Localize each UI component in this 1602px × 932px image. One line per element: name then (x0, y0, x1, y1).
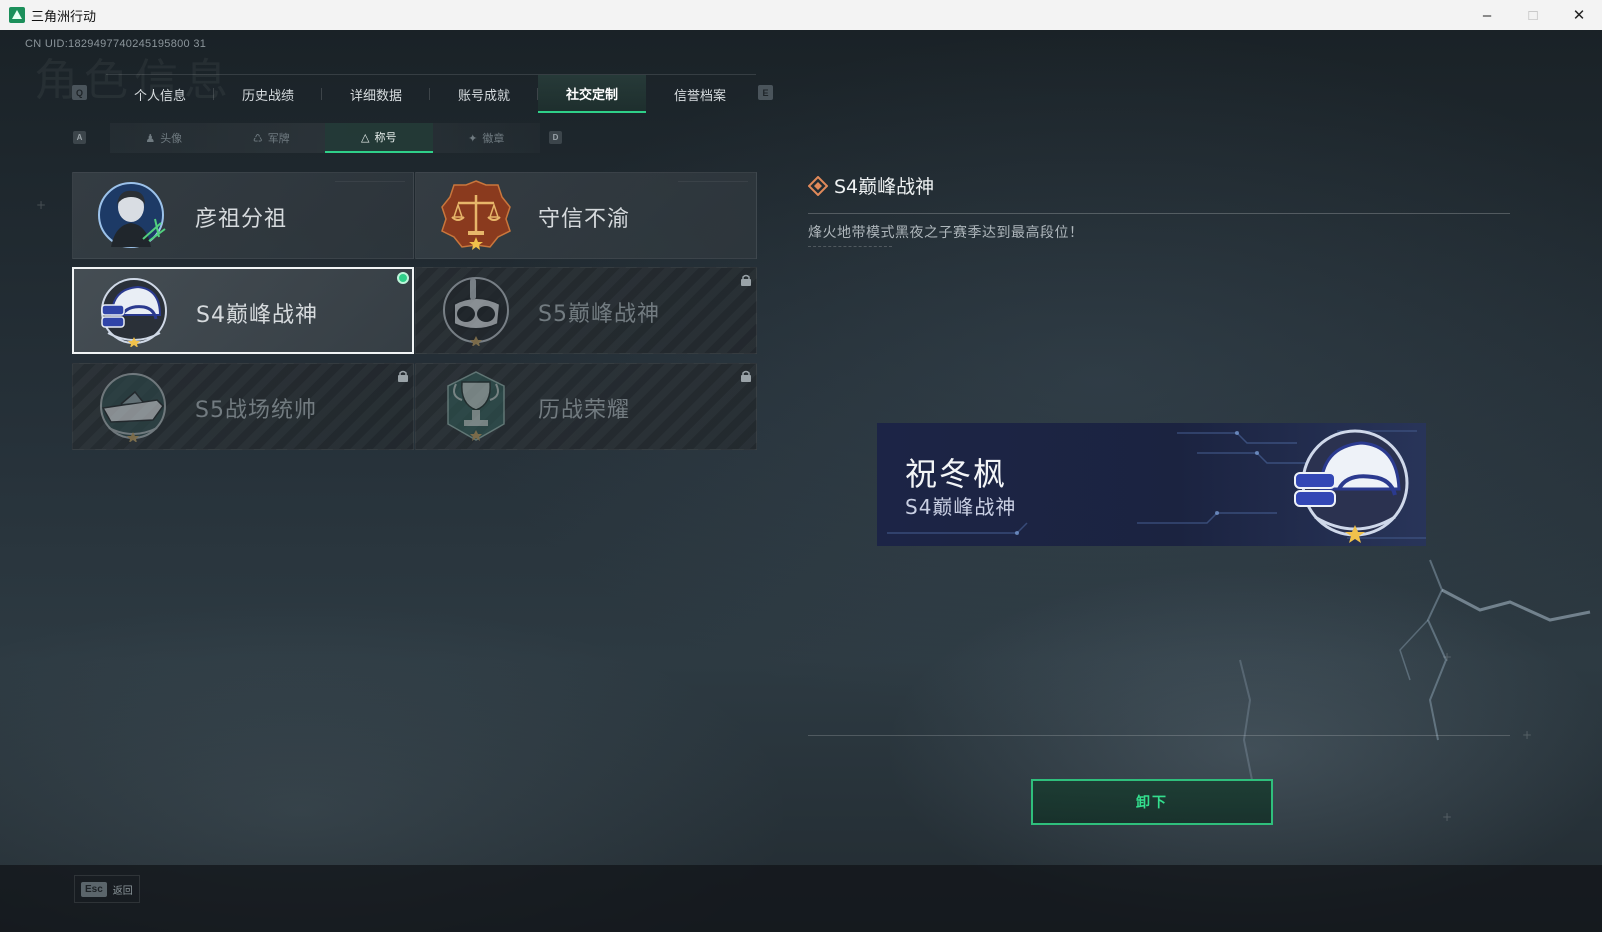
title-card[interactable]: 守信不渝 (415, 172, 757, 259)
detail-title: S4巅峰战神 (808, 172, 934, 199)
title-name: S5战场统帅 (195, 398, 317, 423)
maximize-button[interactable]: □ (1510, 0, 1556, 30)
title-card-locked[interactable]: S5巅峰战神 (415, 267, 757, 354)
subtab-emblem[interactable]: ✦ 徽章 (433, 123, 541, 153)
equipped-indicator-icon (397, 272, 409, 284)
window-title: 三角洲行动 (31, 8, 97, 24)
sub-tab-bar: ♟ 头像 ♺ 军牌 △ 称号 ✦ 徽章 (110, 123, 540, 153)
night-vision-helmet-badge-icon (1294, 429, 1409, 543)
title-name: S4巅峰战神 (196, 303, 318, 328)
portrait-badge-icon (98, 182, 166, 248)
title-name: 守信不渝 (538, 207, 631, 232)
scales-badge-icon (441, 180, 511, 250)
game-area: 角色信息 CN UID:1829497740245195800 31 + + +… (0, 30, 1602, 932)
night-vision-helmet-badge-icon (101, 278, 167, 347)
back-label: 返回 (112, 885, 133, 897)
minimize-button[interactable]: – (1464, 0, 1510, 30)
subtab-dogtag[interactable]: ♺ 军牌 (218, 123, 326, 153)
player-uid: CN UID:1829497740245195800 31 (25, 38, 207, 50)
lock-icon (398, 370, 408, 382)
tab-achievements[interactable]: 账号成就 (430, 75, 538, 113)
title-name: S5巅峰战神 (538, 302, 660, 327)
crosshair-decoration: + (1442, 810, 1453, 824)
divider (808, 213, 1510, 214)
tab-personal-info[interactable]: 个人信息 (106, 75, 214, 113)
tab-match-history[interactable]: 历史战绩 (214, 75, 322, 113)
title-name: 历战荣耀 (538, 398, 631, 423)
detail-description: 烽火地带模式黑夜之子赛季达到最高段位！ (808, 225, 1084, 241)
next-tab-key[interactable]: E (758, 85, 773, 100)
triangle-icon: △ (361, 130, 370, 144)
detail-title-text: S4巅峰战神 (834, 176, 935, 198)
speedboat-badge-icon (100, 373, 166, 442)
window-titlebar: 三角洲行动 – □ ✕ (0, 0, 1602, 30)
subtab-label: 称号 (374, 131, 397, 144)
nameplate-title: S4巅峰战神 (905, 495, 1017, 519)
card-decoration (678, 181, 748, 187)
title-card-selected[interactable]: S4巅峰战神 (72, 267, 414, 354)
app-logo-icon (9, 7, 25, 23)
esc-key: Esc (81, 881, 107, 897)
emblem-icon: ✦ (468, 131, 478, 145)
prev-tab-key[interactable]: Q (72, 85, 87, 100)
lock-icon (741, 274, 751, 286)
divider (808, 246, 892, 248)
next-subtab-key[interactable]: D (549, 131, 562, 144)
unequip-button[interactable]: 卸下 (1031, 779, 1273, 825)
crosshair-decoration: + (1442, 650, 1453, 664)
nameplate-preview: 祝冬枫 S4巅峰战神 (877, 423, 1426, 546)
title-card[interactable]: 彦祖分祖 (72, 172, 414, 259)
divider (808, 735, 1510, 736)
card-decoration (335, 181, 405, 187)
diamond-title-icon (808, 175, 828, 196)
title-name: 彦祖分祖 (195, 207, 288, 232)
prev-subtab-key[interactable]: A (73, 131, 86, 144)
subtab-avatar[interactable]: ♟ 头像 (110, 123, 218, 153)
close-button[interactable]: ✕ (1556, 0, 1602, 30)
subtab-label: 徽章 (482, 132, 505, 145)
trophy-badge-icon (447, 371, 505, 441)
subtab-title[interactable]: △ 称号 (325, 123, 433, 153)
lock-icon (741, 370, 751, 382)
title-card-locked[interactable]: 历战荣耀 (415, 363, 757, 450)
footer-bar (0, 865, 1602, 932)
diving-mask-badge-icon (443, 277, 509, 346)
crosshair-decoration: + (1522, 728, 1533, 742)
tab-credit-record[interactable]: 信誉档案 (646, 75, 754, 113)
tab-detailed-stats[interactable]: 详细数据 (322, 75, 430, 113)
subtab-label: 军牌 (267, 132, 290, 145)
subtab-label: 头像 (160, 132, 183, 145)
dogtag-icon: ♺ (252, 131, 263, 145)
lightning-decoration (1239, 559, 1591, 781)
crosshair-decoration: + (36, 198, 47, 212)
main-tab-bar: 个人信息 历史战绩 详细数据 账号成就 社交定制 信誉档案 (106, 74, 756, 113)
nameplate-player-name: 祝冬枫 (905, 455, 1008, 493)
person-icon: ♟ (145, 131, 156, 145)
back-button[interactable]: Esc 返回 (74, 875, 140, 903)
tab-social-custom[interactable]: 社交定制 (538, 75, 646, 113)
title-card-locked[interactable]: S5战场统帅 (72, 363, 414, 450)
